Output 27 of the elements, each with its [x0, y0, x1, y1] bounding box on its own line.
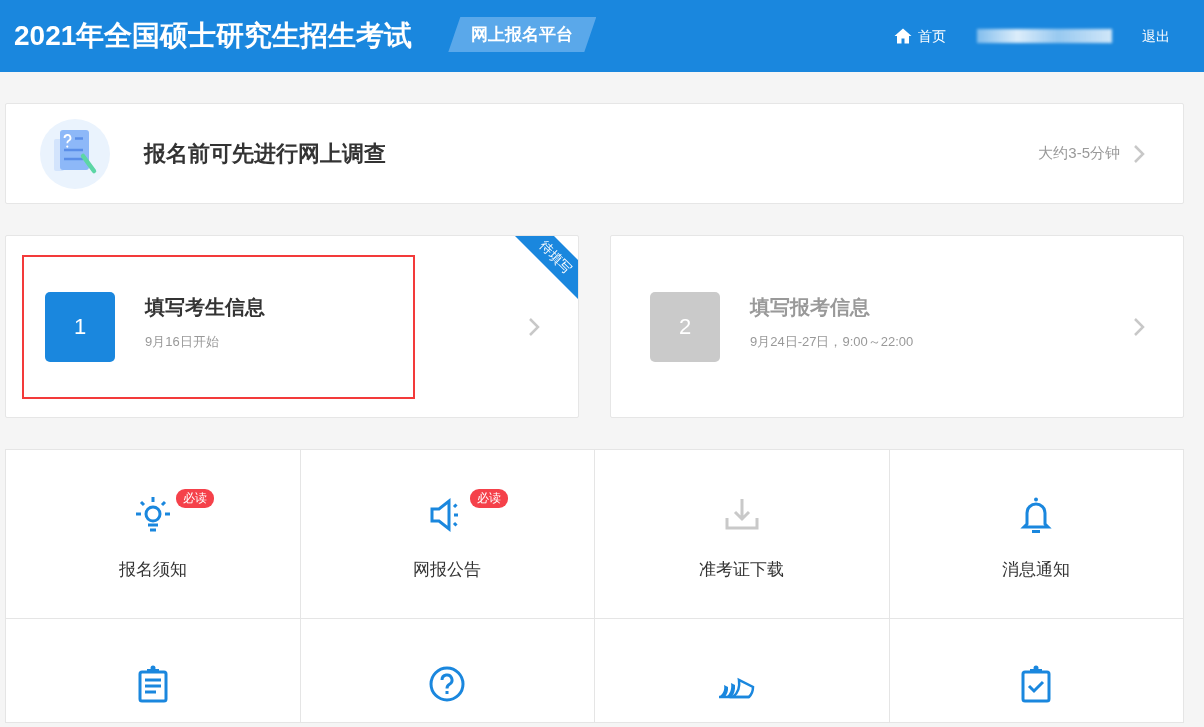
survey-card[interactable]: 报名前可先进行网上调查 大约3-5分钟 — [5, 103, 1184, 204]
chevron-right-icon — [1133, 143, 1145, 164]
menu-tile[interactable]: 消息通知 — [889, 450, 1184, 619]
menu-tile[interactable]: 必读 网报公告 — [300, 450, 595, 619]
step-title: 填写报考信息 — [750, 294, 871, 320]
menu-tile[interactable]: 必读 报名须知 — [6, 450, 301, 619]
must-read-badge: 必读 — [470, 489, 509, 508]
survey-document-icon — [40, 118, 110, 189]
duration-text: 大约3-5分钟 — [1038, 143, 1120, 164]
survey-title: 报名前可先进行网上调查 — [144, 140, 386, 168]
menu-tile[interactable] — [6, 619, 301, 723]
step-date: 9月24日-27日，9:00～22:00 — [750, 332, 914, 351]
chevron-right-icon — [528, 316, 540, 337]
chevron-right-icon — [1133, 316, 1145, 337]
home-link[interactable]: 首页 — [894, 25, 946, 47]
must-read-badge: 必读 — [175, 489, 214, 508]
home-icon — [894, 28, 912, 44]
step-date: 9月16日开始 — [145, 332, 220, 351]
step-title: 填写考生信息 — [145, 294, 265, 320]
menu-tile[interactable] — [889, 619, 1184, 723]
exam-title: 2021年全国硕士研究生招生考试 — [14, 19, 413, 53]
menu-tile[interactable] — [595, 619, 890, 723]
step-card[interactable]: 1 填写考生信息 9月16日开始 待填写 — [5, 235, 579, 418]
platform-badge: 网上报名平台 — [448, 17, 597, 52]
step-number: 1 — [45, 291, 115, 362]
menu-tile[interactable] — [300, 619, 595, 723]
logout-link[interactable]: 退出 — [1142, 25, 1170, 47]
